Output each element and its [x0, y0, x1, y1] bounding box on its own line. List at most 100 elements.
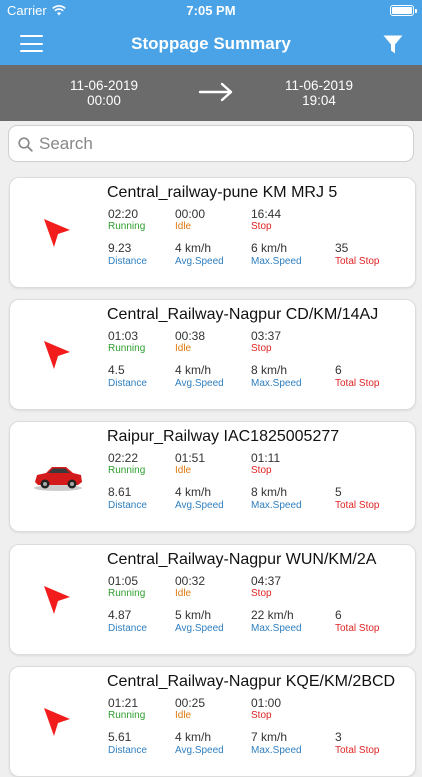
stop-label: Stop [251, 710, 272, 721]
running-time: 02:20 [108, 207, 139, 221]
running-time: 01:03 [108, 329, 139, 343]
distance-label: Distance [108, 745, 147, 756]
distance-value: 4.87 [108, 608, 132, 622]
max-speed-label: Max.Speed [251, 378, 302, 389]
stop-label: Stop [251, 465, 272, 476]
from-date: 11-06-2019 [69, 78, 139, 93]
idle-time: 01:51 [175, 451, 206, 465]
idle-label: Idle [175, 710, 192, 721]
to-date: 11-06-2019 [284, 78, 354, 93]
red-arrow-icon [32, 583, 84, 617]
total-stop-label: Total Stop [335, 745, 380, 756]
running-label: Running [108, 588, 146, 599]
running-label: Running [108, 221, 146, 232]
search-icon [18, 137, 33, 152]
stop-time: 01:00 [251, 696, 282, 710]
avg-speed-label: Avg.Speed [175, 378, 224, 389]
avg-speed-label: Avg.Speed [175, 500, 224, 511]
navigation-bar: Stoppage Summary [0, 22, 422, 65]
battery-icon [390, 5, 417, 16]
idle-label: Idle [175, 465, 192, 476]
max-speed-value: 8 km/h [251, 363, 288, 377]
running-label: Running [108, 710, 146, 721]
stop-time: 01:11 [251, 451, 281, 465]
from-datetime[interactable]: 11-06-2019 00:00 [39, 78, 169, 108]
total-stop-value: 5 [335, 485, 342, 499]
stop-label: Stop [251, 221, 272, 232]
vehicle-name: Raipur_Railway IAC1825005277 [107, 428, 340, 445]
distance-value: 8.61 [108, 485, 132, 499]
stop-label: Stop [251, 343, 272, 354]
avg-speed-value: 5 km/h [175, 608, 212, 622]
max-speed-label: Max.Speed [251, 256, 302, 267]
max-speed-label: Max.Speed [251, 500, 302, 511]
running-label: Running [108, 343, 146, 354]
stop-time: 03:37 [251, 329, 282, 343]
avg-speed-label: Avg.Speed [175, 256, 224, 267]
total-stop-label: Total Stop [335, 623, 380, 634]
page-title: Stoppage Summary [131, 34, 291, 53]
vehicle-name: Central_Railway-Nagpur WUN/KM/2A [107, 551, 377, 568]
search-input[interactable] [39, 131, 399, 157]
idle-time: 00:32 [175, 574, 206, 588]
distance-label: Distance [108, 623, 147, 634]
vehicle-card[interactable]: Central_Railway-Nagpur WUN/KM/2A 01:05 Run… [9, 544, 416, 655]
vehicle-name: Central_railway-pune KM MRJ 5 [107, 184, 338, 201]
total-stop-label: Total Stop [335, 500, 380, 511]
stop-time: 16:44 [251, 207, 282, 221]
distance-label: Distance [108, 500, 147, 511]
max-speed-value: 7 km/h [251, 730, 288, 744]
total-stop-value: 3 [335, 730, 342, 744]
stop-label: Stop [251, 588, 272, 599]
distance-value: 4.5 [108, 363, 125, 377]
total-stop-value: 6 [335, 363, 342, 377]
idle-label: Idle [175, 588, 192, 599]
vehicle-name: Central_Railway-Nagpur KQE/KM/2BCD [107, 673, 396, 690]
total-stop-label: Total Stop [335, 378, 380, 389]
distance-label: Distance [108, 378, 147, 389]
idle-label: Idle [175, 221, 192, 232]
running-time: 02:22 [108, 451, 139, 465]
avg-speed-value: 4 km/h [175, 485, 212, 499]
arrow-right-icon [198, 82, 233, 102]
avg-speed-value: 4 km/h [175, 241, 212, 255]
filter-funnel-icon[interactable] [383, 35, 403, 54]
running-label: Running [108, 465, 146, 476]
max-speed-value: 6 km/h [251, 241, 288, 255]
red-car-icon [32, 460, 84, 494]
idle-time: 00:38 [175, 329, 206, 343]
vehicle-card[interactable]: Central_Railway-Nagpur KQE/KM/2BCD 01:21 R… [9, 666, 416, 777]
status-bar: Carrier 7:05 PM [0, 0, 422, 22]
avg-speed-value: 4 km/h [175, 730, 212, 744]
hamburger-menu-icon[interactable] [20, 35, 43, 52]
distance-label: Distance [108, 256, 147, 267]
max-speed-value: 8 km/h [251, 485, 288, 499]
idle-label: Idle [175, 343, 192, 354]
red-arrow-icon [32, 338, 84, 372]
vehicle-card[interactable]: Central_Railway-Nagpur CD/KM/14AJ 01:03 Ru… [9, 299, 416, 410]
avg-speed-label: Avg.Speed [175, 623, 224, 634]
max-speed-label: Max.Speed [251, 745, 302, 756]
running-time: 01:05 [108, 574, 139, 588]
distance-value: 9.23 [108, 241, 132, 255]
idle-time: 00:00 [175, 207, 206, 221]
vehicle-name: Central_Railway-Nagpur CD/KM/14AJ [107, 306, 379, 323]
date-range-bar: 11-06-2019 00:00 11-06-2019 19:04 [0, 65, 422, 121]
max-speed-label: Max.Speed [251, 623, 302, 634]
to-time: 19:04 [302, 93, 336, 108]
avg-speed-label: Avg.Speed [175, 745, 224, 756]
max-speed-value: 22 km/h [251, 608, 294, 622]
stop-time: 04:37 [251, 574, 282, 588]
red-arrow-icon [32, 705, 84, 739]
red-arrow-icon [32, 216, 84, 250]
total-stop-value: 35 [335, 241, 349, 255]
idle-time: 00:25 [175, 696, 206, 710]
clock: 7:05 PM [186, 3, 236, 18]
vehicle-card[interactable]: Raipur_Railway IAC1825005277 02:22 Running… [9, 421, 416, 532]
to-datetime[interactable]: 11-06-2019 19:04 [254, 78, 384, 108]
avg-speed-value: 4 km/h [175, 363, 212, 377]
total-stop-label: Total Stop [335, 256, 380, 267]
total-stop-value: 6 [335, 608, 342, 622]
vehicle-card[interactable]: Central_railway-pune KM MRJ 5 02:20 Runnin… [9, 177, 416, 288]
running-time: 01:21 [108, 696, 139, 710]
